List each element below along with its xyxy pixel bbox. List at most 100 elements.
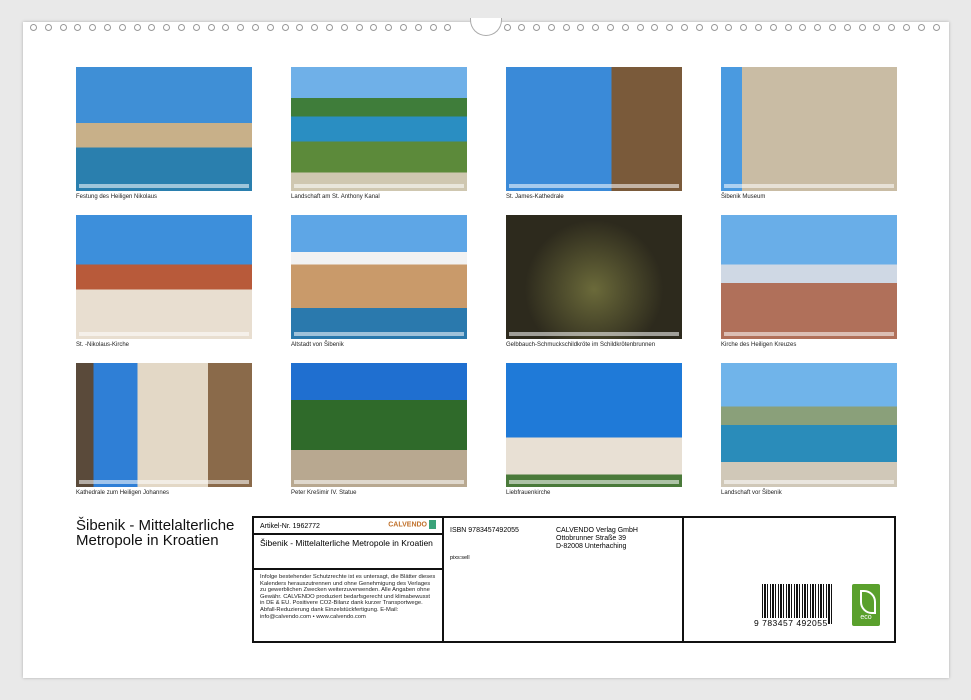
binding-hole [621, 24, 629, 31]
calvendo-logo: CALVENDO [388, 520, 436, 529]
binding-hole [651, 24, 659, 31]
photo-credit-strip [79, 184, 249, 188]
binding-hole [59, 24, 67, 31]
binding-hole [518, 24, 526, 31]
isbn: ISBN 9783457492055 [450, 527, 519, 534]
photo-caption: Landschaft vor Šibenik [721, 490, 782, 496]
article-number: Artikel-Nr. 1962772 [260, 523, 320, 530]
photo-caption: Peter Krešimir IV. Statue [291, 490, 357, 496]
binding-hole [281, 24, 289, 31]
barcode-number: 9 783457 492055 [754, 618, 828, 628]
binding-hole [903, 24, 911, 31]
product-title: Šibenik - Mittelalterliche Metropole in … [254, 535, 442, 570]
photo-credit-strip [509, 184, 679, 188]
binding-hole [917, 24, 925, 31]
photo [291, 67, 467, 191]
binding-hole [740, 24, 748, 31]
photo-credit-strip [724, 480, 894, 484]
binding-hole [444, 24, 452, 31]
binding-hole [503, 24, 511, 31]
binding-hole [784, 24, 792, 31]
binding-hole [237, 24, 245, 31]
binding-hole [636, 24, 644, 31]
photo-credit-strip [79, 332, 249, 336]
binding-hole [355, 24, 363, 31]
binding-hole [325, 24, 333, 31]
photo-caption: Kathedrale zum Heiligen Johannes [76, 490, 170, 496]
logo-icon [429, 520, 436, 529]
binding-hole [873, 24, 881, 31]
photo-caption: Altstadt von Šibenik [291, 342, 344, 348]
photo-credit-strip [294, 184, 464, 188]
binding-hole [296, 24, 304, 31]
binding-hole [89, 24, 97, 31]
binding-hole [592, 24, 600, 31]
binding-hole [311, 24, 319, 31]
binding-hole [533, 24, 541, 31]
photo [291, 215, 467, 339]
photo-caption: Šibenik Museum [721, 194, 766, 200]
binding-hole [843, 24, 851, 31]
binding-hole [74, 24, 82, 31]
binding-hole [932, 24, 940, 31]
binding-hole [414, 24, 422, 31]
photo [291, 363, 467, 487]
photo [506, 363, 682, 487]
photo-credit-strip [294, 480, 464, 484]
binding-hole [163, 24, 171, 31]
binding-hole [370, 24, 378, 31]
binding-hole [829, 24, 837, 31]
author: pixs:sell [450, 555, 470, 561]
photo [721, 215, 897, 339]
photo-caption: Landschaft am St. Anthony Kanal [291, 194, 380, 200]
binding-hole [30, 24, 37, 31]
binding-hole [666, 24, 674, 31]
photo-caption: St. James-Kathedrale [506, 194, 564, 200]
photo-credit-strip [79, 480, 249, 484]
binding-hole [118, 24, 126, 31]
binding-hole [399, 24, 407, 31]
calendar-title: Šibenik - Mittelalterliche Metropole in … [76, 517, 235, 549]
binding-hole [607, 24, 615, 31]
photo [721, 363, 897, 487]
photo [506, 215, 682, 339]
photo-credit-strip [724, 332, 894, 336]
photo [76, 363, 252, 487]
binding-hole [755, 24, 763, 31]
photo-credit-strip [509, 480, 679, 484]
binding-hole [814, 24, 822, 31]
photo-credit-strip [509, 332, 679, 336]
photo-caption: Gelbbauch-Schmuckschildkröte im Schildkr… [506, 342, 656, 348]
binding-hole [888, 24, 896, 31]
photo-caption: Festung des Heiligen Nikolaus [76, 194, 158, 200]
photo-caption: Kirche des Heiligen Kreuzes [721, 342, 797, 348]
binding-hole [148, 24, 156, 31]
photo [506, 67, 682, 191]
binding-hole [207, 24, 215, 31]
binding-hole [340, 24, 348, 31]
binding-hole [133, 24, 141, 31]
eco-leaf-icon: eco [852, 584, 880, 626]
info-box: Artikel-Nr. 1962772 CALVENDO Šibenik - M… [252, 516, 896, 643]
binding-hole [681, 24, 689, 31]
binding-hole [799, 24, 807, 31]
binding-hole [103, 24, 111, 31]
photo [76, 215, 252, 339]
binding-hole [725, 24, 733, 31]
binding-hole [429, 24, 437, 31]
binding-hole [577, 24, 585, 31]
legal-text: Infolge bestehender Schutzrechte ist es … [260, 574, 436, 620]
binding-hole [769, 24, 777, 31]
publisher-address: CALVENDO Verlag GmbH Ottobrunner Straße 3… [556, 527, 638, 550]
binding-hole [695, 24, 703, 31]
binding-hole [192, 24, 200, 31]
binding-hole [222, 24, 230, 31]
photo-caption: St. -Nikolaus-Kirche [76, 342, 130, 348]
binding-hole [562, 24, 570, 31]
photo-caption: Liebfrauenkirche [506, 490, 551, 496]
binding-hole [385, 24, 393, 31]
binding-hole [547, 24, 555, 31]
binding-hole [858, 24, 866, 31]
photo [76, 67, 252, 191]
photo-credit-strip [294, 332, 464, 336]
